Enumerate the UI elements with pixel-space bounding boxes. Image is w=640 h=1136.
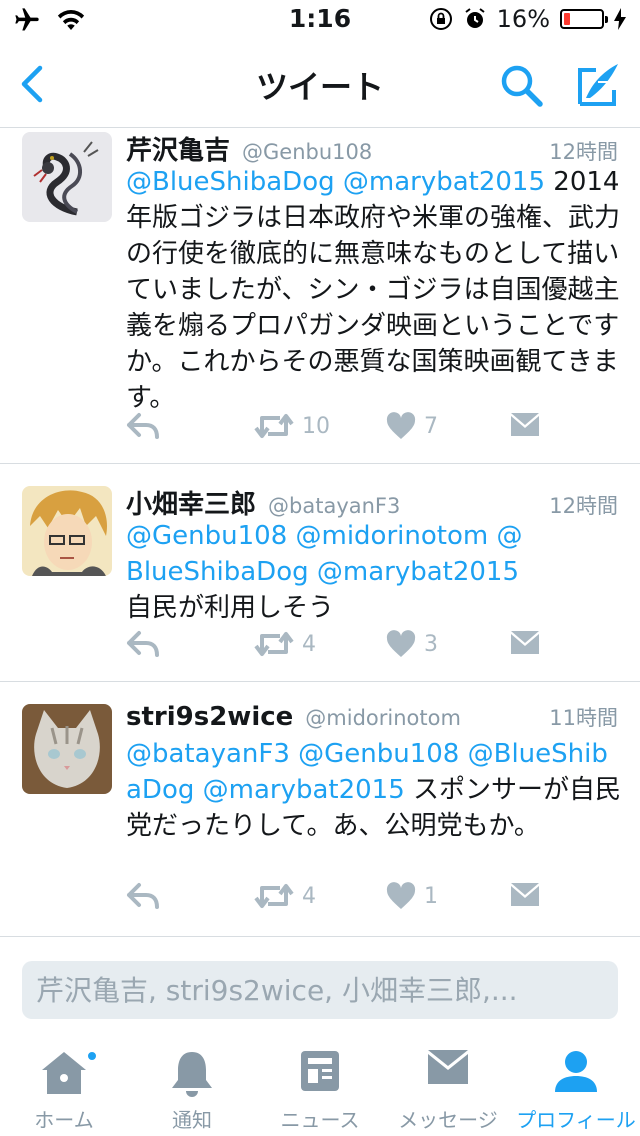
like-count: 3 [424,631,438,657]
retweet-icon [254,632,294,656]
tweet[interactable]: 芹沢亀吉 @Genbu108 12時間 @BlueShibaDog @maryb… [0,128,640,464]
tab-news[interactable]: ニュース [256,1036,384,1136]
reply-icon [127,631,159,657]
home-icon [42,1052,86,1094]
battery-icon [560,9,608,29]
tweet-body: 自民が利用しそう [126,593,335,623]
envelope-icon [511,413,539,436]
retweet-count: 4 [302,631,316,657]
tweet-text: @BlueShibaDog @marybat2015 2014年版ゴジラは日本政… [126,164,622,416]
tweet-text: @batayanF3 @Genbu108 @BlueShibaDog @mary… [126,736,622,844]
heart-icon [386,412,416,439]
tab-profile[interactable]: プロフィール [512,1036,640,1136]
avatar[interactable] [22,486,112,576]
avatar[interactable] [22,704,112,794]
status-bar: 1:16 16% [0,0,640,40]
tweet-body: 2014年版ゴジラは日本政府や米軍の強権、武力の行使を徹底的に無意味なものとして… [126,167,621,413]
reply-bar [0,936,640,1036]
author-name[interactable]: 芹沢亀吉 [126,130,230,167]
tweet[interactable]: stri9s2wice @midorinotom 11時間 @batayanF3… [0,682,640,936]
reply-button[interactable] [126,630,160,658]
page-title: ツイート [255,68,384,106]
tweet-header: 芹沢亀吉 @Genbu108 12時間 [126,130,618,166]
tweet-actions: 4 1 [126,882,546,918]
reply-input[interactable] [22,961,618,1019]
author-handle[interactable]: @midorinotom [305,706,461,730]
tab-label: メッセージ [398,1108,498,1132]
like-count: 7 [424,413,438,439]
tab-home[interactable]: ホーム [0,1036,128,1136]
like-button[interactable]: 1 [386,882,438,910]
tweet[interactable]: 小畑幸三郎 @batayanF3 12時間 @Genbu108 @midorin… [0,464,640,682]
tab-label: ホーム [34,1108,94,1132]
battery-level [564,13,570,25]
heart-icon [386,882,416,909]
tweet-text: @Genbu108 @midorinotom @BlueShibaDog @ma… [126,518,540,626]
reply-icon [127,413,159,439]
envelope-icon [511,883,539,906]
mentions[interactable]: @Genbu108 @midorinotom @BlueShibaDog @ma… [126,521,522,587]
mentions[interactable]: @BlueShibaDog @marybat2015 [126,167,545,197]
envelope-icon [511,631,539,654]
tweet-time: 12時間 [549,494,618,518]
avatar[interactable] [22,132,112,222]
retweet-icon [254,884,294,908]
compose-tweet-icon[interactable] [572,60,622,110]
tab-notifications[interactable]: 通知 [128,1036,256,1136]
person-icon [555,1051,597,1092]
retweet-count: 10 [302,413,330,439]
like-button[interactable]: 3 [386,630,438,658]
tweet-time: 11時間 [549,706,618,730]
tweet-header: 小畑幸三郎 @batayanF3 12時間 [126,484,618,520]
search-icon[interactable] [498,62,544,108]
tweet-actions: 4 3 [126,630,546,666]
dragon-avatar-image [22,132,112,222]
direct-message-button[interactable] [510,412,540,438]
tab-label: プロフィール [516,1108,636,1132]
retweet-count: 4 [302,883,316,909]
status-right: 16% [429,5,626,33]
tab-label: 通知 [172,1108,212,1132]
alarm-icon [465,8,485,28]
tweet-actions: 10 7 [126,412,546,448]
heart-icon [386,630,416,657]
news-icon [301,1051,339,1091]
author-handle[interactable]: @batayanF3 [268,494,400,518]
direct-message-button[interactable] [510,630,540,656]
tab-bar: ホーム 通知 ニュース メッセージ プロフィール [0,1036,640,1136]
reply-icon [127,883,159,909]
cat-avatar-image [22,704,112,794]
tab-label: ニュース [280,1108,360,1132]
author-name[interactable]: 小畑幸三郎 [126,484,256,521]
reply-button[interactable] [126,882,160,910]
tweet-header: stri9s2wice @midorinotom 11時間 [126,702,618,738]
retweet-button[interactable]: 10 [254,412,330,440]
author-name[interactable]: stri9s2wice [126,702,293,732]
reply-button[interactable] [126,412,160,440]
mail-icon [428,1050,468,1084]
retweet-button[interactable]: 4 [254,882,316,910]
rotation-lock-icon [429,8,452,30]
anime-character-avatar-image [22,486,112,576]
author-handle[interactable]: @Genbu108 [242,140,372,164]
retweet-icon [254,414,294,438]
notification-dot [86,1050,98,1062]
conversation-timeline[interactable]: 芹沢亀吉 @Genbu108 12時間 @BlueShibaDog @maryb… [0,128,640,936]
like-count: 1 [424,883,438,909]
like-button[interactable]: 7 [386,412,438,440]
charging-icon [614,8,626,30]
direct-message-button[interactable] [510,882,540,908]
tab-messages[interactable]: メッセージ [384,1036,512,1136]
nav-bar: ツイート [0,40,640,128]
retweet-button[interactable]: 4 [254,630,316,658]
battery-percent: 16% [496,5,550,33]
bell-icon [172,1052,212,1097]
tweet-time: 12時間 [549,140,618,164]
